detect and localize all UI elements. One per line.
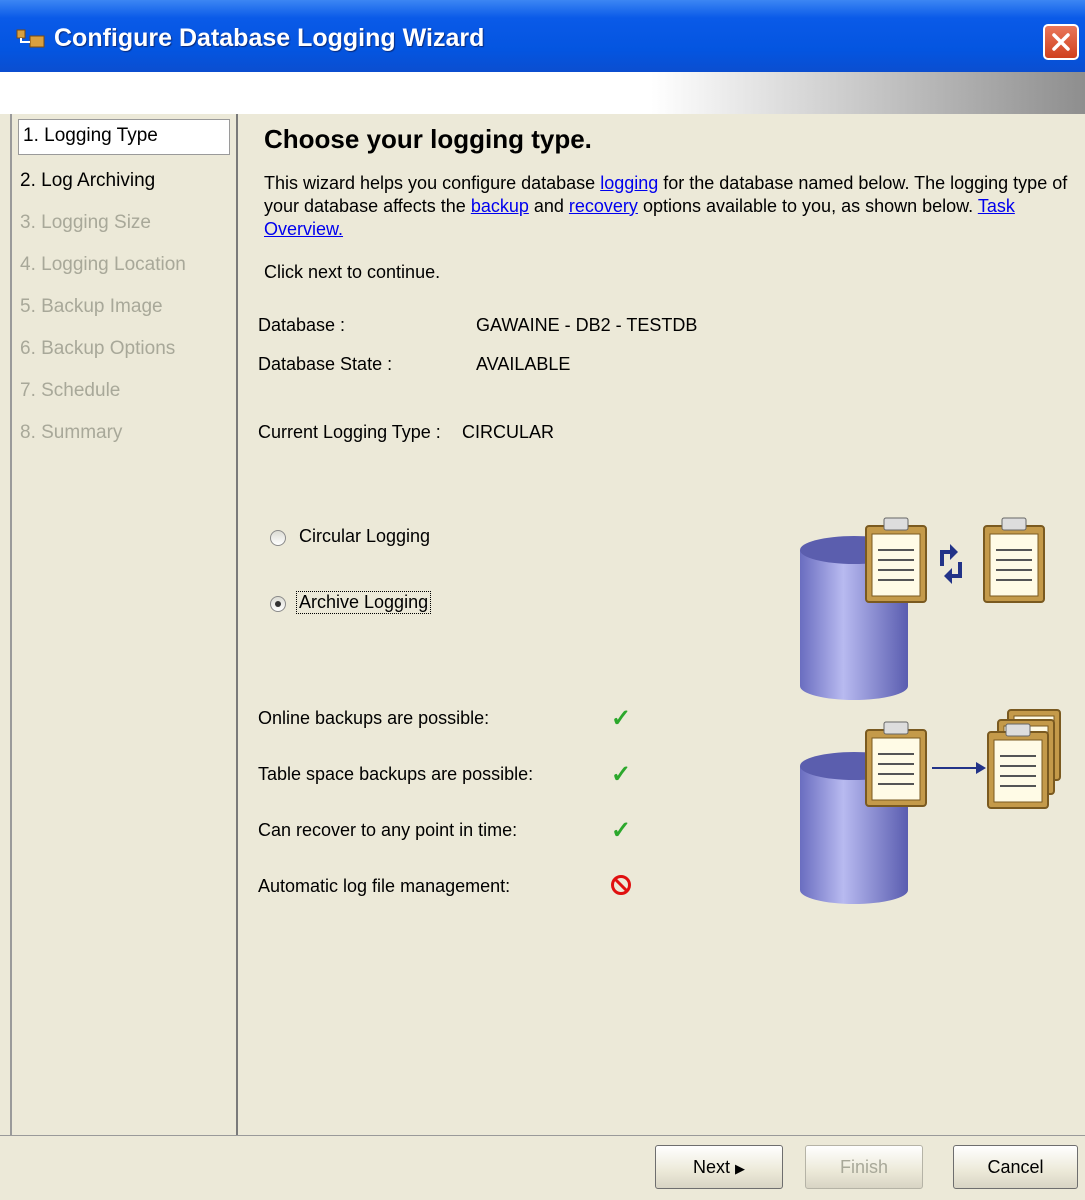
step-backup-image: 5. Backup Image [20, 296, 163, 317]
circular-logging-radio[interactable] [270, 530, 286, 546]
archived-log-files-icon [987, 709, 1061, 809]
database-state-value: AVAILABLE [476, 354, 571, 374]
backup-link[interactable]: backup [471, 196, 529, 216]
finish-button: Finish [805, 1145, 923, 1189]
feature-auto-log-management: Automatic log file management: [258, 876, 511, 896]
database-state-label: Database State : [258, 354, 393, 374]
wizard-banner [0, 72, 1085, 114]
recovery-link[interactable]: recovery [569, 196, 638, 216]
intro-text: This wizard helps you configure database… [264, 173, 1068, 239]
arrow-right-icon: ▶ [735, 1161, 746, 1176]
step-summary: 8. Summary [20, 422, 123, 443]
wizard-steps-sidebar: 1. Logging Type 2. Log Archiving 3. Logg… [14, 114, 238, 1135]
check-icon: ✓ [611, 705, 632, 732]
step-log-archiving[interactable]: 2. Log Archiving [20, 170, 155, 192]
wizard-page: Choose your logging type. This wizard he… [238, 114, 1085, 1135]
cancel-button[interactable]: Cancel [953, 1145, 1078, 1189]
logging-link[interactable]: logging [600, 173, 658, 193]
archive-logging-illustration [800, 709, 1061, 904]
log-file-icon [865, 721, 927, 807]
circular-logging-illustration [800, 517, 1045, 700]
check-icon: ✓ [611, 817, 632, 844]
archive-logging-radio[interactable] [270, 596, 286, 612]
current-logging-type-label: Current Logging Type : [258, 422, 441, 442]
circular-logging-label[interactable]: Circular Logging [299, 526, 430, 547]
close-button[interactable] [1043, 24, 1079, 60]
feature-point-in-time: Can recover to any point in time: [258, 820, 518, 840]
step-schedule: 7. Schedule [20, 380, 121, 401]
step-logging-size: 3. Logging Size [20, 212, 151, 233]
step-backup-options: 6. Backup Options [20, 338, 176, 359]
current-logging-type-value: CIRCULAR [462, 422, 555, 442]
wizard-icon [16, 29, 45, 48]
database-value: GAWAINE - DB2 - TESTDB [476, 315, 698, 335]
title-bar: Configure Database Logging Wizard [0, 0, 1085, 72]
check-icon: ✓ [611, 761, 632, 788]
database-label: Database : [258, 315, 346, 335]
step-logging-location: 4. Logging Location [20, 254, 186, 275]
feature-online-backups: Online backups are possible: [258, 708, 490, 728]
page-title: Choose your logging type. [264, 124, 592, 154]
feature-tablespace-backups: Table space backups are possible: [258, 764, 534, 784]
continue-text: Click next to continue. [264, 262, 441, 282]
log-file-icon [983, 517, 1045, 603]
archive-logging-label[interactable]: Archive Logging [296, 591, 432, 614]
prohibited-icon [611, 875, 631, 895]
window-title: Configure Database Logging Wizard [54, 24, 485, 52]
step-logging-type[interactable]: 1. Logging Type [18, 119, 230, 155]
log-file-icon [865, 517, 927, 603]
close-icon [1052, 33, 1070, 51]
next-button[interactable]: Next ▶ [655, 1145, 783, 1189]
